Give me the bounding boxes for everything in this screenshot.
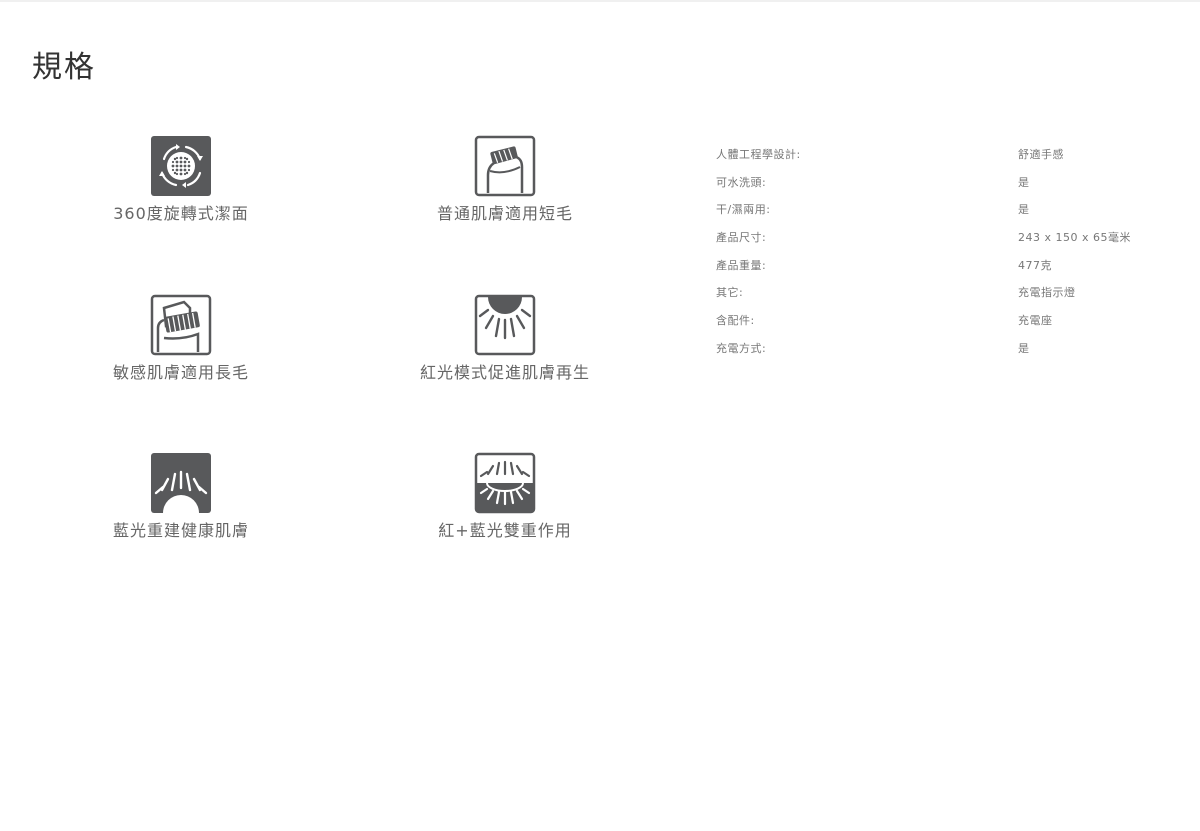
feature-label: 普通肌膚適用短毛: [436, 204, 573, 223]
spec-value: 是: [1018, 203, 1030, 217]
page-title: 規格: [32, 50, 96, 85]
spec-key: 干/濕兩用:: [716, 203, 771, 217]
spec-row: 充電方式: 是: [716, 334, 1176, 362]
spec-value: 是: [1018, 341, 1030, 355]
feature-label: 紅光模式促進肌膚再生: [419, 363, 590, 382]
feature-rotation: 360度旋轉式潔面: [61, 135, 301, 225]
top-divider: [0, 0, 1200, 2]
feature-label: 藍光重建健康肌膚: [112, 521, 249, 540]
spec-key: 可水洗頭:: [716, 175, 767, 189]
spec-key: 其它:: [716, 286, 744, 300]
spec-value: 243 x 150 x 65毫米: [1018, 230, 1131, 244]
spec-key: 含配件:: [716, 313, 755, 327]
long-bristle-brush-icon: [150, 294, 212, 356]
feature-label: 紅+藍光雙重作用: [438, 521, 572, 540]
blue-light-icon: [151, 453, 211, 513]
feature-short-bristle: 普通肌膚適用短毛: [385, 135, 625, 225]
feature-label: 360度旋轉式潔面: [113, 204, 249, 223]
spec-value: 舒適手感: [1018, 147, 1064, 161]
rotation-icon: [151, 136, 211, 196]
spec-row: 干/濕兩用: 是: [716, 195, 1176, 223]
feature-red-light: 紅光模式促進肌膚再生: [385, 294, 625, 384]
spec-key: 產品尺寸:: [716, 230, 767, 244]
red-light-icon: [474, 294, 536, 356]
spec-row: 產品尺寸: 243 x 150 x 65毫米: [716, 223, 1176, 251]
spec-row: 產品重量: 477克: [716, 251, 1176, 279]
spec-row: 其它: 充電指示燈: [716, 278, 1176, 306]
feature-long-bristle: 敏感肌膚適用長毛: [61, 294, 301, 384]
spec-value: 是: [1018, 175, 1030, 189]
spec-value: 充電指示燈: [1018, 286, 1076, 300]
spec-row: 含配件: 充電座: [716, 306, 1176, 334]
short-bristle-brush-icon: [474, 135, 536, 197]
spec-value: 充電座: [1018, 313, 1053, 327]
spec-key: 產品重量:: [716, 258, 767, 272]
spec-value: 477克: [1018, 258, 1052, 272]
spec-key: 人體工程學設計:: [716, 147, 801, 161]
dual-light-icon: [474, 452, 536, 514]
feature-label: 敏感肌膚適用長毛: [112, 363, 249, 382]
feature-blue-light: 藍光重建健康肌膚: [61, 452, 301, 542]
spec-row: 人體工程學設計: 舒適手感: [716, 140, 1176, 168]
spec-row: 可水洗頭: 是: [716, 168, 1176, 196]
spec-table: 人體工程學設計: 舒適手感 可水洗頭: 是 干/濕兩用: 是 產品尺寸: 243…: [716, 140, 1176, 362]
feature-dual-light: 紅+藍光雙重作用: [385, 452, 625, 542]
spec-key: 充電方式:: [716, 341, 767, 355]
